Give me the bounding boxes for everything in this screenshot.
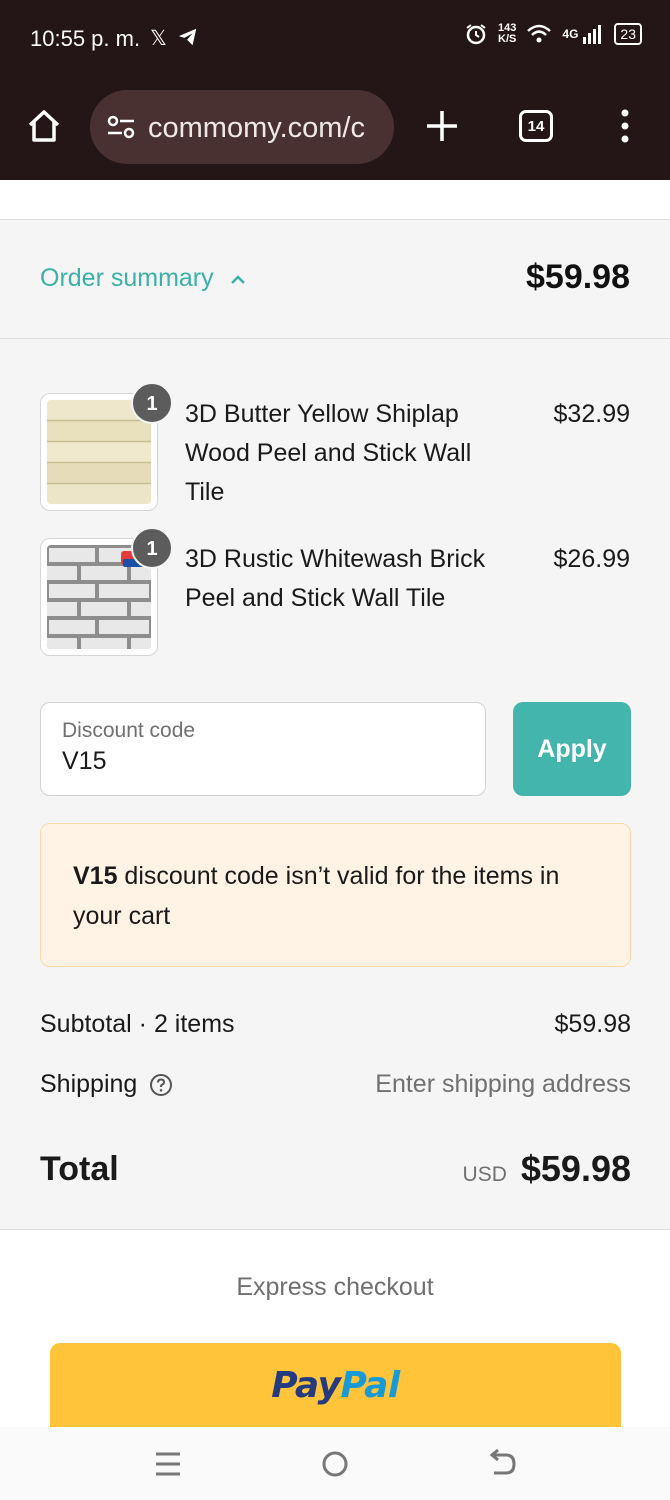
- browser-toolbar: commomy.com/c 14: [0, 78, 670, 180]
- signal-icon: [583, 25, 602, 44]
- battery-icon: 23: [614, 23, 642, 45]
- url-text: commomy.com/c: [148, 112, 365, 144]
- discount-code-input[interactable]: [62, 747, 462, 776]
- order-summary-toggle[interactable]: Order summary: [40, 264, 246, 293]
- discount-code-field[interactable]: Discount code: [40, 702, 486, 796]
- total-label: Total: [40, 1150, 119, 1188]
- product-name: 3D Rustic Whitewash Brick Peel and Stick…: [185, 545, 486, 612]
- wifi-icon: [527, 24, 552, 43]
- discount-error-banner: V15 discount code isn’t valid for the it…: [40, 823, 631, 967]
- product-thumbnail: 1: [40, 527, 173, 656]
- address-bar[interactable]: commomy.com/c: [90, 90, 394, 164]
- status-bar: 10:55 p. m. 𝕏 143 K/S 4G 23: [0, 0, 670, 78]
- subtotal-row: Subtotal · 2 items $59.98: [40, 1010, 631, 1039]
- shipping-row: Shipping Enter shipping address: [40, 1070, 631, 1099]
- telegram-icon: [178, 28, 197, 46]
- tab-switcher-button[interactable]: 14: [519, 110, 553, 142]
- notification-icons: 𝕏: [150, 26, 199, 51]
- help-circle-icon[interactable]: [149, 1073, 173, 1097]
- network-speed: 143 K/S: [498, 22, 517, 45]
- currency-code: USD: [462, 1163, 507, 1186]
- quantity-badge: 1: [131, 527, 173, 569]
- subtotal-value: $59.98: [554, 1010, 631, 1038]
- order-summary-total: $59.98: [526, 258, 630, 296]
- subtotal-label: Subtotal · 2 items: [40, 1010, 235, 1038]
- back-icon[interactable]: [482, 1447, 522, 1481]
- x-app-icon: 𝕏: [150, 27, 167, 50]
- error-code: V15: [73, 862, 118, 890]
- recent-apps-icon[interactable]: [148, 1447, 188, 1481]
- discount-error-message: V15 discount code isn’t valid for the it…: [73, 856, 613, 936]
- home-icon[interactable]: [26, 108, 62, 144]
- order-summary-label: Order summary: [40, 264, 214, 292]
- error-message-text: discount code isn’t valid for the items …: [73, 862, 560, 930]
- status-right-icons: 143 K/S 4G 23: [464, 22, 642, 46]
- site-settings-icon[interactable]: [106, 114, 136, 140]
- more-menu-icon[interactable]: [616, 108, 634, 144]
- product-name: 3D Butter Yellow Shiplap Wood Peel and S…: [185, 400, 472, 506]
- quantity-badge: 1: [131, 382, 173, 424]
- express-checkout-label: Express checkout: [236, 1273, 434, 1301]
- paypal-button[interactable]: PayPal: [50, 1343, 621, 1427]
- paypal-logo: PayPal: [271, 1365, 400, 1406]
- new-tab-icon[interactable]: [424, 108, 460, 144]
- apply-discount-button[interactable]: Apply: [513, 702, 631, 796]
- chevron-up-icon: [230, 274, 245, 284]
- total-row: Total USD $59.98: [40, 1148, 631, 1189]
- status-time: 10:55 p. m.: [30, 26, 141, 51]
- cart-item: 1 3D Rustic Whitewash Brick Peel and Sti…: [40, 527, 630, 658]
- order-summary-panel: Order summary $59.98 1 3D Butter Yellow …: [0, 220, 670, 1230]
- cart-item: 1 3D Butter Yellow Shiplap Wood Peel and…: [40, 382, 630, 523]
- page-top-strip: [0, 180, 670, 220]
- discount-code-label: Discount code: [62, 719, 196, 742]
- product-thumbnail: 1: [40, 382, 173, 511]
- order-summary-header: Order summary $59.98: [0, 220, 670, 339]
- shipping-label: Shipping: [40, 1070, 138, 1098]
- network-type: 4G: [562, 27, 579, 41]
- alarm-icon: [466, 24, 486, 45]
- home-circle-icon[interactable]: [315, 1447, 355, 1481]
- shipping-value: Enter shipping address: [375, 1070, 631, 1098]
- product-price: $26.99: [553, 545, 630, 573]
- total-value: $59.98: [520, 1148, 631, 1189]
- product-price: $32.99: [553, 400, 630, 428]
- system-nav-bar: [0, 1427, 670, 1500]
